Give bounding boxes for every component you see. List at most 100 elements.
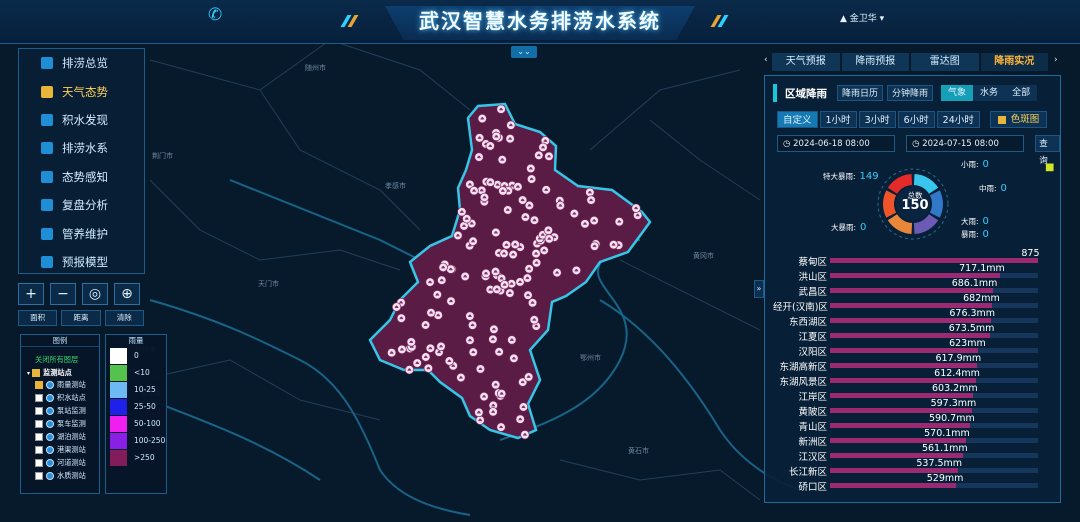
rain-station-marker[interactable] bbox=[421, 352, 431, 362]
rain-station-marker[interactable] bbox=[510, 239, 520, 250]
distance-button[interactable]: 距离 bbox=[61, 310, 101, 326]
source-segment[interactable]: 水务 bbox=[973, 85, 1006, 101]
rain-station-marker[interactable] bbox=[490, 266, 501, 277]
tabs-prev-icon[interactable]: ‹ bbox=[764, 55, 768, 65]
rain-station-marker[interactable] bbox=[453, 230, 463, 241]
layer-row[interactable]: 港渠测站 bbox=[21, 443, 99, 456]
rain-station-marker[interactable] bbox=[420, 320, 431, 330]
layer-checkbox[interactable] bbox=[35, 471, 43, 480]
rain-station-marker[interactable] bbox=[631, 203, 641, 213]
menu-item[interactable]: 管养维护 bbox=[19, 219, 144, 247]
right-tab[interactable]: 天气预报 bbox=[772, 53, 840, 71]
menu-item[interactable]: 排涝水系 bbox=[19, 134, 144, 162]
rain-station-marker[interactable] bbox=[505, 288, 515, 298]
rain-station-marker[interactable] bbox=[507, 335, 517, 345]
rain-station-marker[interactable] bbox=[397, 344, 407, 355]
rain-station-marker[interactable] bbox=[509, 353, 519, 363]
rain-station-marker[interactable] bbox=[531, 248, 541, 259]
rain-station-marker[interactable] bbox=[496, 104, 506, 114]
rain-station-marker[interactable] bbox=[585, 187, 595, 197]
rain-station-marker[interactable] bbox=[543, 225, 554, 235]
rain-station-marker[interactable] bbox=[425, 343, 436, 353]
time-range-button[interactable]: 3小时 bbox=[858, 111, 896, 128]
rain-station-marker[interactable] bbox=[475, 364, 486, 374]
rain-station-marker[interactable] bbox=[488, 334, 498, 344]
layer-checkbox[interactable] bbox=[35, 393, 43, 402]
rain-station-marker[interactable] bbox=[469, 186, 479, 196]
rain-station-marker[interactable] bbox=[539, 245, 549, 256]
ranking-row[interactable]: 黄陂区 597.3mm bbox=[773, 398, 1058, 418]
rain-station-marker[interactable] bbox=[544, 151, 554, 161]
menu-item[interactable]: 复盘分析 bbox=[19, 191, 144, 219]
collapse-header-button[interactable]: ⌄⌄ bbox=[511, 46, 537, 58]
layer-row[interactable]: 雨量测站 bbox=[21, 378, 99, 391]
rain-station-marker[interactable] bbox=[460, 271, 470, 282]
clear-button[interactable]: 清除 bbox=[104, 310, 144, 326]
rain-station-marker[interactable] bbox=[475, 415, 485, 425]
rain-station-marker[interactable] bbox=[479, 192, 490, 203]
layer-checkbox[interactable] bbox=[35, 419, 43, 428]
rain-station-marker[interactable] bbox=[444, 356, 454, 366]
rain-station-marker[interactable] bbox=[506, 120, 516, 130]
rain-station-marker[interactable] bbox=[477, 113, 487, 124]
rain-station-marker[interactable] bbox=[481, 268, 491, 279]
rain-station-marker[interactable] bbox=[426, 308, 436, 318]
rain-station-marker[interactable] bbox=[465, 311, 475, 321]
ranking-row[interactable]: 江夏区 673.5mm bbox=[773, 323, 1058, 343]
rain-station-marker[interactable] bbox=[499, 280, 510, 290]
start-date-input[interactable]: ◷ 2024-06-18 08:00 bbox=[777, 135, 896, 152]
menu-item[interactable]: 态势感知 bbox=[19, 163, 144, 191]
layer-row[interactable]: 泵车监测 bbox=[21, 417, 99, 430]
zoom-out-button[interactable]: − bbox=[50, 283, 76, 305]
rain-station-marker[interactable] bbox=[520, 430, 530, 440]
rain-station-marker[interactable] bbox=[412, 358, 422, 368]
layer-row[interactable]: 泵站监测 bbox=[21, 404, 99, 417]
rain-station-marker[interactable] bbox=[515, 414, 525, 424]
ranking-row[interactable]: 东湖风景区 612.4mm bbox=[773, 368, 1058, 388]
locate-icon[interactable]: ◎ bbox=[82, 283, 108, 305]
rain-station-marker[interactable] bbox=[457, 207, 467, 217]
rain-station-marker[interactable] bbox=[538, 142, 548, 152]
rain-station-marker[interactable] bbox=[522, 273, 533, 283]
rain-station-marker[interactable] bbox=[508, 249, 518, 260]
rain-station-marker[interactable] bbox=[425, 277, 435, 287]
source-segment[interactable]: 气象 bbox=[941, 85, 974, 101]
rain-station-marker[interactable] bbox=[524, 200, 535, 211]
time-range-button[interactable]: 自定义 bbox=[777, 111, 818, 128]
rain-station-marker[interactable] bbox=[438, 262, 448, 273]
rain-station-marker[interactable] bbox=[513, 182, 523, 192]
ranking-row[interactable]: 武昌区 686.1mm bbox=[773, 278, 1058, 298]
ranking-row[interactable]: 长江新区 537.5mm bbox=[773, 458, 1058, 478]
area-button[interactable]: 面积 bbox=[18, 310, 58, 326]
group-checkbox[interactable] bbox=[32, 369, 41, 377]
ranking-row[interactable]: 江岸区 603.2mm bbox=[773, 383, 1058, 403]
rain-station-marker[interactable] bbox=[571, 265, 582, 276]
rain-station-marker[interactable] bbox=[474, 407, 484, 418]
layer-checkbox[interactable] bbox=[35, 458, 43, 467]
rain-station-marker[interactable] bbox=[526, 163, 536, 174]
rain-station-marker[interactable] bbox=[520, 212, 531, 222]
rain-station-marker[interactable] bbox=[498, 186, 508, 196]
layer-checkbox[interactable] bbox=[35, 445, 43, 454]
rain-station-marker[interactable] bbox=[614, 217, 624, 227]
rain-station-marker[interactable] bbox=[529, 315, 539, 325]
rain-station-marker[interactable] bbox=[529, 215, 540, 225]
ranking-row[interactable]: 蔡甸区 875 bbox=[773, 248, 1058, 268]
rain-station-marker[interactable] bbox=[503, 205, 513, 215]
layer-row[interactable]: 水质测站 bbox=[21, 469, 99, 482]
rain-calendar-button[interactable]: 降雨日历 bbox=[837, 85, 884, 101]
rain-station-marker[interactable] bbox=[468, 236, 478, 246]
rain-station-marker[interactable] bbox=[501, 240, 512, 250]
rain-station-marker[interactable] bbox=[468, 347, 478, 357]
phone-icon[interactable]: ✆ bbox=[208, 5, 230, 27]
rain-station-marker[interactable] bbox=[569, 208, 579, 219]
rain-station-marker[interactable] bbox=[488, 407, 498, 417]
tabs-next-icon[interactable]: › bbox=[1054, 55, 1058, 65]
ranking-row[interactable]: 洪山区 717.1mm bbox=[773, 263, 1058, 283]
time-range-button[interactable]: 24小时 bbox=[936, 111, 980, 128]
right-tab[interactable]: 雷达图 bbox=[911, 53, 979, 71]
ranking-row[interactable]: 硚口区 529mm bbox=[773, 473, 1058, 493]
menu-item[interactable]: 预报模型 bbox=[19, 248, 144, 276]
rain-station-marker[interactable] bbox=[505, 134, 515, 144]
layer-row[interactable]: 湖泊测站 bbox=[21, 430, 99, 443]
